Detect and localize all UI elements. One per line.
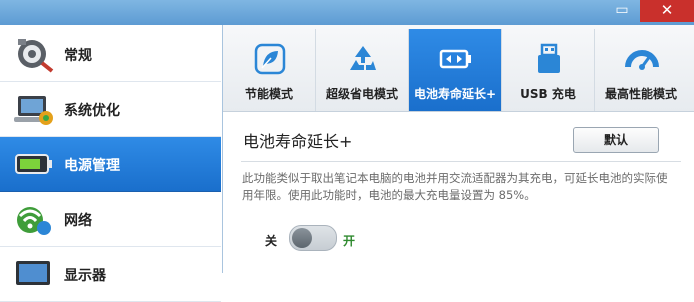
toggle-knob xyxy=(292,228,312,248)
sidebar-item-general[interactable]: 常规 xyxy=(0,27,221,82)
tab-label: 电池寿命延长+ xyxy=(413,87,497,101)
sidebar-item-label: 常规 xyxy=(64,48,92,64)
tab-label: 最高性能模式 xyxy=(604,87,677,101)
battery-cycle-icon xyxy=(439,49,471,69)
tab-label: USB 充电 xyxy=(520,87,576,101)
sidebar-item-label: 电源管理 xyxy=(64,158,120,174)
laptop-icon xyxy=(14,96,53,125)
maximize-icon[interactable]: ▭ xyxy=(608,0,636,22)
battery-extender-toggle[interactable] xyxy=(289,225,337,251)
toggle-off-label: 关 xyxy=(265,234,278,248)
content-panel: 电池寿命延长+ 默认 此功能类似于取出笔记本电脑的电池并用交流适配器为其充电，可… xyxy=(223,112,694,273)
sidebar-item-power-management[interactable]: 电源管理 xyxy=(0,137,221,192)
tab-usb-charging[interactable]: USB 充电 xyxy=(502,29,595,111)
sidebar-item-label: 显示器 xyxy=(64,268,106,284)
wifi-globe-icon xyxy=(17,207,51,235)
default-button[interactable]: 默认 xyxy=(573,127,659,153)
battery-icon xyxy=(15,154,52,174)
sidebar-item-label: 网络 xyxy=(64,213,92,229)
title-bar: ▭ ✕ xyxy=(0,0,694,25)
leaf-icon xyxy=(254,43,286,75)
tab-super-power-saving[interactable]: 超级省电模式 xyxy=(316,29,409,111)
monitor-icon xyxy=(16,261,50,285)
gear-icon xyxy=(18,39,54,73)
tab-label: 超级省电模式 xyxy=(325,87,398,101)
page-title: 电池寿命延长+ xyxy=(243,132,353,151)
sidebar-item-label: 系统优化 xyxy=(64,103,120,119)
feature-description: 此功能类似于取出笔记本电脑的电池并用交流适配器为其充电，可延长电池的实际使用年限… xyxy=(242,171,668,202)
usb-icon xyxy=(538,43,560,73)
divider xyxy=(241,161,681,162)
recycle-icon xyxy=(350,46,376,70)
mode-tabs: 节能模式 超级省电模式 电池寿命延长+ USB 充电 最高性能模式 xyxy=(223,25,694,112)
tab-label: 节能模式 xyxy=(244,87,293,101)
sidebar-item-display[interactable]: 显示器 xyxy=(0,247,221,302)
sidebar-item-network[interactable]: 网络 xyxy=(0,192,221,247)
sidebar: 常规 系统优化 电源管理 网络 显示器 xyxy=(0,25,223,302)
tab-max-performance[interactable]: 最高性能模式 xyxy=(595,29,687,111)
tab-power-saving[interactable]: 节能模式 xyxy=(223,29,316,111)
sidebar-item-system-optimize[interactable]: 系统优化 xyxy=(0,82,221,137)
close-button[interactable]: ✕ xyxy=(640,0,694,22)
tab-battery-life-extender[interactable]: 电池寿命延长+ xyxy=(409,29,502,111)
speedometer-icon xyxy=(625,50,659,70)
toggle-on-label: 开 xyxy=(343,234,356,248)
